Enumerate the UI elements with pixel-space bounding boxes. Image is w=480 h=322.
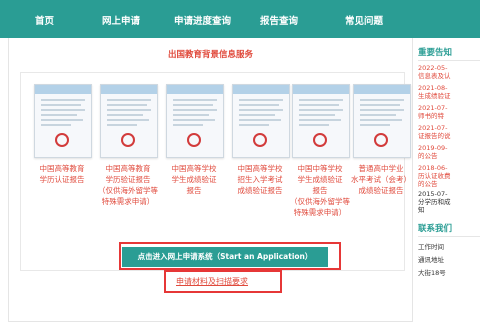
seal-icon	[121, 133, 135, 147]
report-thumbnail	[353, 84, 411, 158]
news-item[interactable]: 2021-07- 证报告的说	[418, 124, 451, 140]
seal-icon	[253, 133, 267, 147]
card-label: 普通高中学业 水平考试（会考） 成绩验证报告	[351, 164, 411, 195]
nav-home[interactable]: 首页	[35, 13, 54, 27]
nav-progress-query[interactable]: 申请进度查询	[174, 13, 231, 27]
requirements-link[interactable]: 申请材料及扫描要求	[176, 276, 248, 287]
start-application-button[interactable]: 点击进入网上申请系统（Start an Application）	[122, 247, 328, 267]
card-label: 中国高等学校 招生入学考试 成绩验证报告	[237, 164, 283, 195]
news-item[interactable]: 2021-07- 师书的特	[418, 104, 448, 120]
report-thumbnail	[100, 84, 158, 158]
top-nav: 首页 网上申请 申请进度查询 报告查询 常见问题	[0, 0, 480, 38]
left-gap	[0, 38, 8, 321]
news-item[interactable]: 2022-05- 信息表及认	[418, 64, 451, 80]
news-item[interactable]: 2018-06- 历认证收费 的公告	[418, 164, 451, 188]
seal-icon	[374, 133, 388, 147]
nav-online-apply[interactable]: 网上申请	[102, 13, 140, 27]
card-degree-verification[interactable]: 中国高等教育 学历验证报告 （仅供海外留学等 特殊需求申请）	[97, 84, 159, 207]
contact-title: 联系我们	[418, 224, 453, 234]
report-thumbnail	[232, 84, 290, 158]
contact-line: 通讯地址	[418, 256, 444, 264]
card-degree-certification[interactable]: 中国高等教育 学历认证报告	[31, 84, 93, 185]
nav-faq[interactable]: 常见问题	[345, 13, 383, 27]
card-entrance-exam[interactable]: 中国高等学校 招生入学考试 成绩验证报告	[229, 84, 291, 196]
card-label: 中国中等学校 学生成绩验证 报告 （仅供海外留学等 特殊需求申请）	[290, 164, 350, 217]
card-secondary-transcript[interactable]: 中国中等学校 学生成绩验证 报告 （仅供海外留学等 特殊需求申请）	[289, 84, 351, 218]
contact-line: 大街18号	[418, 269, 446, 277]
card-university-transcript[interactable]: 中国高等学校 学生成绩验证 报告	[163, 84, 225, 196]
news-item[interactable]: 2015-07- 分学历和成知	[418, 190, 451, 214]
report-thumbnail	[166, 84, 224, 158]
news-item[interactable]: 2021-08- 生成绩验证	[418, 84, 451, 100]
sidebar-title: 重要告知	[418, 48, 453, 58]
card-highschool-exam[interactable]: 普通高中学业 水平考试（会考） 成绩验证报告	[350, 84, 412, 196]
nav-report-query[interactable]: 报告查询	[260, 13, 298, 27]
page-title: 出国教育背景信息服务	[167, 50, 253, 60]
report-thumbnail	[34, 84, 92, 158]
contact-line: 工作时间	[418, 243, 444, 251]
seal-icon	[187, 133, 201, 147]
seal-icon	[55, 133, 69, 147]
seal-icon	[313, 133, 327, 147]
card-label: 中国高等教育 学历验证报告 （仅供海外留学等 特殊需求申请）	[98, 164, 158, 206]
report-thumbnail	[292, 84, 350, 158]
news-item[interactable]: 2019-09- 的公告	[418, 144, 448, 160]
card-label: 中国高等教育 学历认证报告	[39, 164, 85, 184]
card-label: 中国高等学校 学生成绩验证 报告	[171, 164, 217, 195]
notice-sidebar: 重要告知 2022-05- 信息表及认 2021-08- 生成绩验证 2021-07…	[416, 38, 480, 321]
